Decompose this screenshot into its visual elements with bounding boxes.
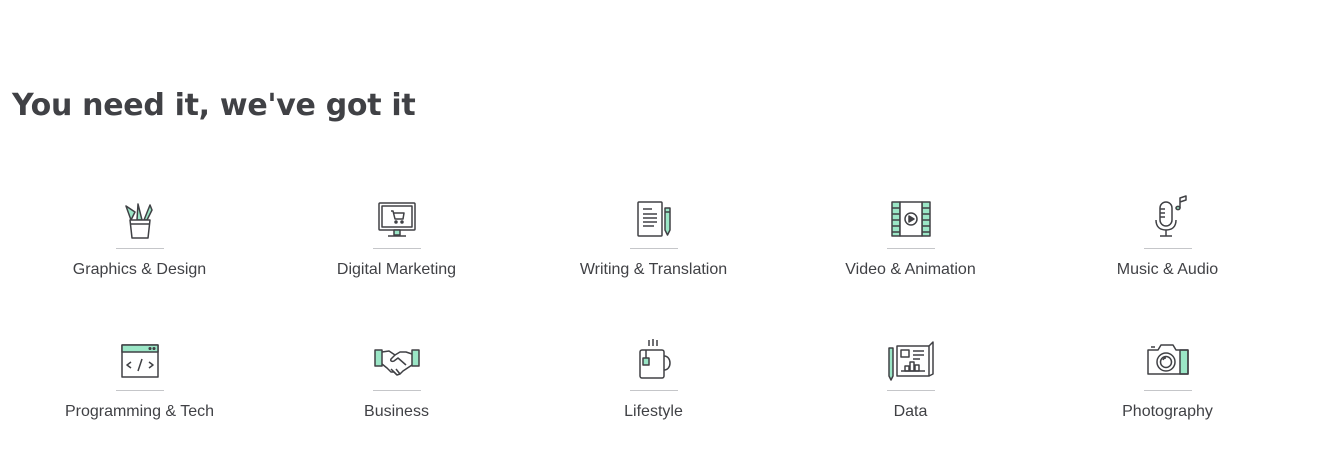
camera-icon <box>1144 338 1192 386</box>
category-label: Graphics & Design <box>72 261 207 278</box>
film-play-icon <box>887 196 935 244</box>
category-writing-translation[interactable]: Writing & Translation <box>525 196 782 281</box>
category-label: Writing & Translation <box>579 261 728 278</box>
pencil-cup-icon <box>116 196 164 244</box>
blueprint-chart-icon <box>887 338 935 386</box>
category-divider <box>629 390 678 391</box>
monitor-cart-icon <box>373 196 421 244</box>
category-divider <box>1143 390 1192 391</box>
category-divider <box>886 248 935 249</box>
category-divider <box>115 248 164 249</box>
category-label: Data <box>893 403 928 420</box>
category-divider <box>1143 248 1192 249</box>
code-window-icon <box>116 338 164 386</box>
category-data[interactable]: Data <box>782 338 1039 423</box>
category-graphics-design[interactable]: Graphics & Design <box>11 196 268 281</box>
category-business[interactable]: Business <box>268 338 525 423</box>
category-label: Lifestyle <box>624 403 683 420</box>
category-digital-marketing[interactable]: Digital Marketing <box>268 196 525 281</box>
tea-mug-icon <box>630 338 678 386</box>
category-divider <box>629 248 678 249</box>
category-programming-tech[interactable]: Programming & Tech <box>11 338 268 423</box>
category-label: Photography <box>1122 403 1213 420</box>
category-divider <box>372 390 421 391</box>
category-label: Video & Animation <box>845 261 976 278</box>
category-divider <box>115 390 164 391</box>
category-music-audio[interactable]: Music & Audio <box>1039 195 1296 281</box>
category-divider <box>886 390 935 391</box>
category-label: Music & Audio <box>1116 261 1219 278</box>
category-photography[interactable]: Photography <box>1039 338 1296 423</box>
category-grid: Graphics & Design Digital Marketing Writ… <box>11 195 1296 423</box>
handshake-icon <box>373 338 421 386</box>
section-title: You need it, we've got it <box>12 88 416 123</box>
category-lifestyle[interactable]: Lifestyle <box>525 338 782 423</box>
category-label: Programming & Tech <box>64 403 215 420</box>
category-divider <box>372 248 421 249</box>
document-pen-icon <box>630 196 678 244</box>
category-label: Business <box>364 403 429 420</box>
category-label: Digital Marketing <box>336 261 457 278</box>
microphone-note-icon <box>1144 195 1192 244</box>
category-video-animation[interactable]: Video & Animation <box>782 196 1039 281</box>
